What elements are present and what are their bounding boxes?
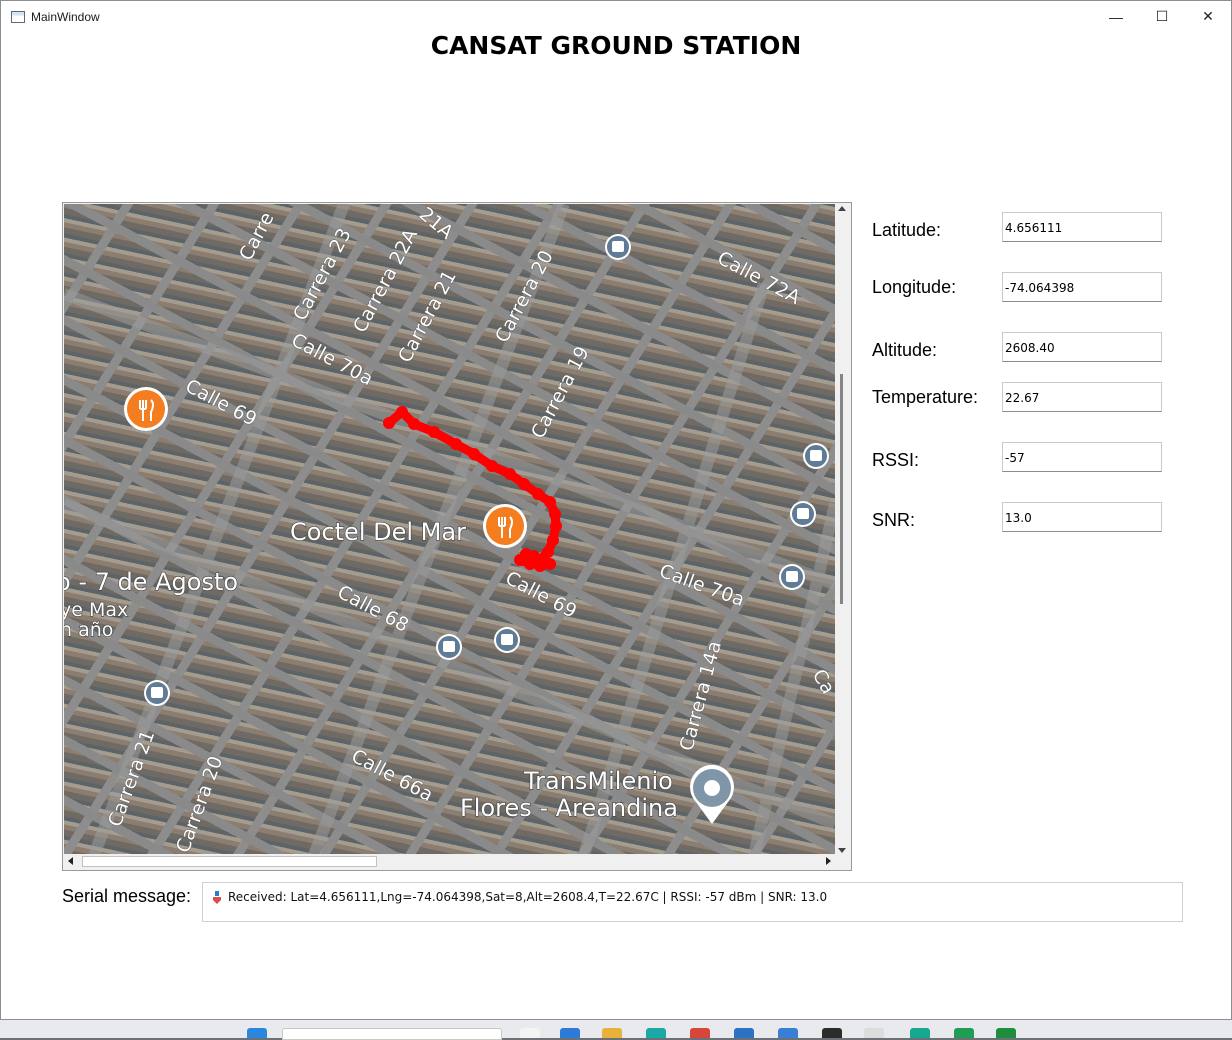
window-controls: — ☐ ✕ — [1093, 1, 1231, 32]
map-vertical-scrollbar[interactable] — [835, 204, 850, 855]
street-label: Carre — [235, 209, 279, 265]
snr-label: SNR: — [872, 510, 916, 530]
serial-message-label: Serial message: — [62, 886, 192, 906]
place-label: n año — [64, 619, 113, 641]
street-label: Calle 66a — [348, 745, 437, 806]
scroll-left-icon[interactable] — [68, 857, 73, 865]
street-label: Carrera 20 — [491, 247, 558, 347]
bus-stop-icon[interactable] — [803, 443, 829, 469]
scroll-thumb[interactable] — [840, 374, 843, 604]
map-panel[interactable]: Carre Carrera 23 Carrera 22A Carrera 21 … — [62, 202, 852, 871]
scroll-right-icon[interactable] — [826, 857, 831, 865]
bus-stop-icon[interactable] — [790, 501, 816, 527]
latitude-label: Latitude: — [872, 220, 942, 240]
minimize-button[interactable]: — — [1093, 1, 1139, 32]
temperature-field[interactable]: 22.67 — [1002, 382, 1162, 412]
map-view[interactable]: Carre Carrera 23 Carrera 22A Carrera 21 … — [64, 204, 835, 855]
place-label: Coctel Del Mar — [290, 518, 466, 546]
page-title: CANSAT GROUND STATION — [430, 31, 802, 60]
restaurant-icon[interactable] — [124, 387, 168, 431]
street-label: Ca — [808, 666, 835, 699]
place-label: TransMilenio — [523, 767, 673, 795]
bus-stop-icon[interactable] — [494, 627, 520, 653]
app-icon[interactable] — [560, 1028, 580, 1038]
street-label: Carrera 22A — [349, 225, 422, 336]
serial-message-field[interactable]: Received: Lat=4.656111,Lng=-74.064398,Sa… — [202, 882, 1183, 922]
maximize-button[interactable]: ☐ — [1139, 1, 1185, 32]
taskbar — [0, 1020, 1232, 1040]
trajectory-segment — [535, 559, 555, 571]
app-icon[interactable] — [734, 1028, 754, 1038]
place-label: o - 7 de Agosto — [64, 568, 238, 596]
app-icon[interactable] — [910, 1028, 930, 1038]
street-label: Carrera 14a — [676, 639, 726, 754]
street-label: Calle 69 — [182, 375, 261, 431]
window-title: MainWindow — [31, 9, 100, 24]
snr-field[interactable]: 13.0 — [1002, 502, 1162, 532]
main-window: MainWindow — ☐ ✕ CANSAT GROUND STATION C — [0, 0, 1232, 1020]
start-icon[interactable] — [247, 1028, 267, 1038]
longitude-label: Longitude: — [872, 277, 957, 297]
restaurant-icon[interactable] — [483, 504, 527, 548]
antenna-icon — [213, 891, 221, 904]
altitude-field[interactable]: 2608.40 — [1002, 332, 1162, 362]
map-horizontal-scrollbar[interactable] — [64, 854, 835, 869]
bus-stop-icon[interactable] — [605, 234, 631, 260]
app-icon[interactable] — [954, 1028, 974, 1038]
temperature-label: Temperature: — [872, 387, 979, 407]
latitude-field[interactable]: 4.656111 — [1002, 212, 1162, 242]
street-label: Carrera 20 — [172, 753, 227, 855]
bus-stop-icon[interactable] — [436, 634, 462, 660]
transit-station-icon[interactable] — [690, 764, 734, 824]
browser-icon[interactable] — [690, 1028, 710, 1038]
street-label: Carrera 19 — [527, 343, 594, 443]
street-label: Calle 69 — [502, 567, 581, 623]
scroll-up-icon[interactable] — [838, 206, 846, 211]
title-bar[interactable]: MainWindow — ☐ ✕ — [1, 1, 1231, 32]
street-label: Calle 70a — [656, 560, 747, 611]
spreadsheet-icon[interactable] — [996, 1028, 1016, 1038]
altitude-label: Altitude: — [872, 340, 938, 360]
app-icon[interactable] — [520, 1028, 540, 1038]
street-label: 21A — [415, 204, 458, 244]
app-icon[interactable] — [778, 1028, 798, 1038]
search-box[interactable] — [282, 1028, 502, 1040]
folder-icon[interactable] — [602, 1028, 622, 1038]
scroll-down-icon[interactable] — [838, 848, 846, 853]
street-label: Carrera 21 — [394, 267, 461, 367]
bus-stop-icon[interactable] — [779, 564, 805, 590]
map-overlay: Carre Carrera 23 Carrera 22A Carrera 21 … — [64, 204, 835, 855]
rssi-label: RSSI: — [872, 450, 920, 470]
serial-message-text: Received: Lat=4.656111,Lng=-74.064398,Sa… — [228, 890, 828, 904]
longitude-field[interactable]: -74.064398 — [1002, 272, 1162, 302]
terminal-icon[interactable] — [822, 1028, 842, 1038]
rssi-field[interactable]: -57 — [1002, 442, 1162, 472]
place-label: Flores - Areandina — [460, 794, 678, 822]
app-icon[interactable] — [646, 1028, 666, 1038]
place-label: ye Max — [64, 599, 128, 621]
bus-stop-icon[interactable] — [144, 680, 170, 706]
app-icon[interactable] — [864, 1028, 884, 1038]
app-window-icon — [11, 10, 25, 23]
street-label: Carrera 23 — [289, 225, 356, 325]
close-button[interactable]: ✕ — [1185, 1, 1231, 32]
scroll-thumb[interactable] — [82, 856, 377, 867]
scroll-corner — [835, 854, 850, 869]
